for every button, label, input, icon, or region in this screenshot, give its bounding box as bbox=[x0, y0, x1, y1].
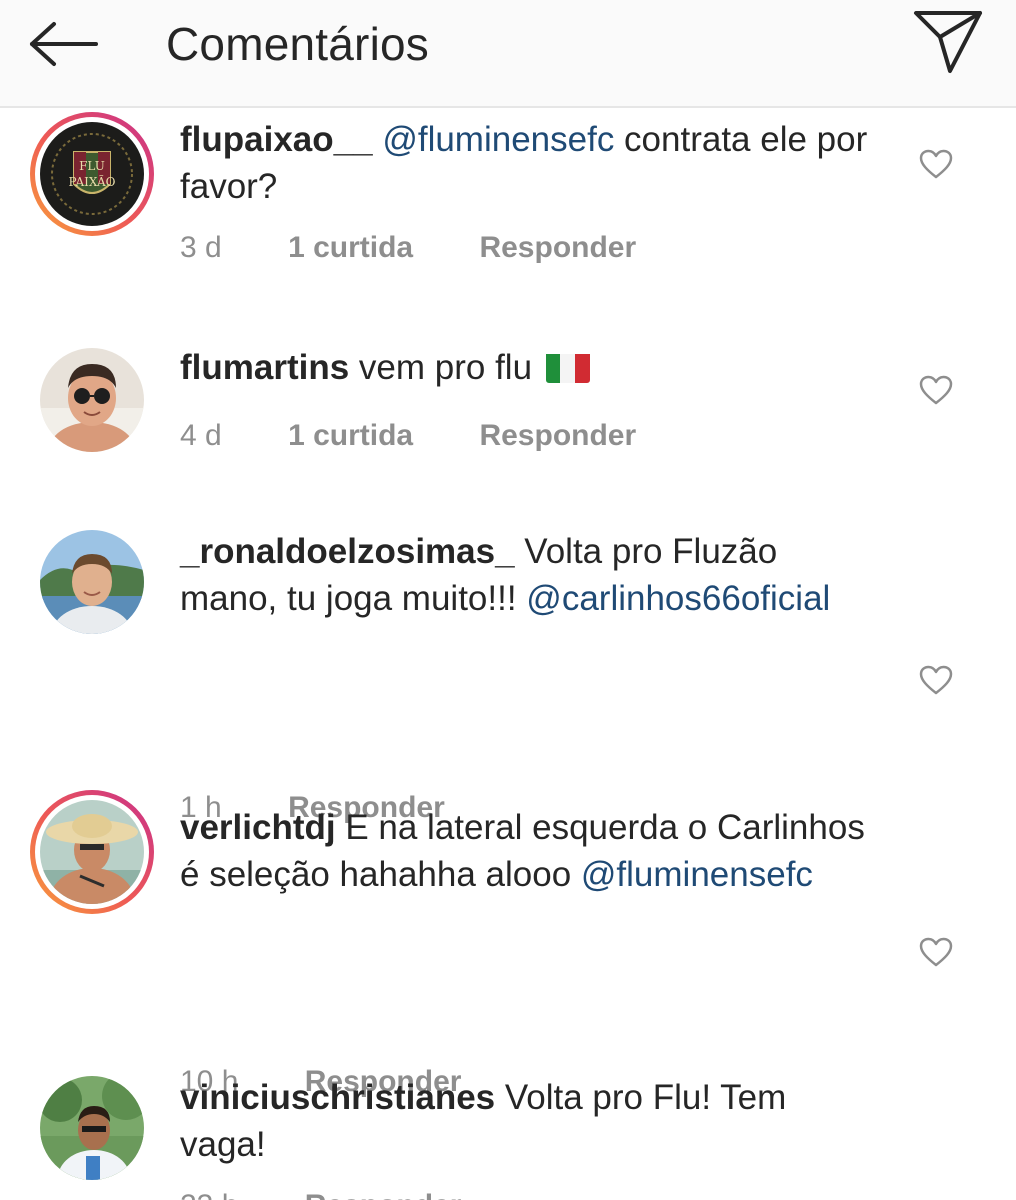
send-direct-icon bbox=[912, 9, 984, 80]
heart-icon bbox=[919, 375, 953, 410]
comment-time: 3 d bbox=[180, 231, 222, 264]
avatar[interactable] bbox=[40, 1076, 144, 1180]
like-button[interactable] bbox=[914, 660, 958, 704]
avatar: FLU PAIXÃO bbox=[40, 122, 144, 226]
comment-body: _ronaldoelzosimas_ Volta pro Fluzão mano… bbox=[180, 528, 870, 622]
back-button[interactable] bbox=[24, 14, 104, 78]
comment-meta: 4 d 1 curtida Responder bbox=[180, 416, 636, 456]
comments-list: FLU PAIXÃO flupaixao__ @fluminensefc con… bbox=[0, 108, 1016, 1200]
comment-body: verlichtdj E na lateral esquerda o Carli… bbox=[180, 804, 870, 898]
comment-meta: 3 d 1 curtida Responder bbox=[180, 228, 636, 268]
mention-link[interactable]: @carlinhos66oficial bbox=[526, 579, 830, 618]
like-count[interactable]: 1 curtida bbox=[288, 228, 413, 268]
header-bar: Comentários bbox=[0, 0, 1016, 108]
comment-body: flupaixao__ @fluminensefc contrata ele p… bbox=[180, 116, 870, 210]
heart-icon bbox=[919, 665, 953, 700]
like-button[interactable] bbox=[914, 144, 958, 188]
like-button[interactable] bbox=[914, 932, 958, 976]
italy-flag-icon bbox=[545, 351, 590, 383]
reply-button[interactable]: Responder bbox=[305, 1186, 462, 1200]
comment-time: 23 h bbox=[180, 1186, 238, 1200]
comment-username[interactable]: verlichtdj bbox=[180, 808, 336, 847]
like-button[interactable] bbox=[914, 370, 958, 414]
comment-body: viniciuschristianes Volta pro Flu! Tem v… bbox=[180, 1074, 870, 1168]
heart-icon bbox=[919, 149, 953, 184]
avatar[interactable] bbox=[40, 348, 144, 452]
comment-username[interactable]: flupaixao__ bbox=[180, 120, 373, 159]
heart-icon bbox=[919, 937, 953, 972]
comment-time: 4 d bbox=[180, 419, 222, 452]
arrow-left-icon bbox=[28, 20, 100, 73]
comment-username[interactable]: viniciuschristianes bbox=[180, 1078, 495, 1117]
reply-button[interactable]: Responder bbox=[479, 228, 636, 268]
like-count[interactable]: 1 curtida bbox=[288, 416, 413, 456]
comment-username[interactable]: _ronaldoelzosimas_ bbox=[180, 532, 515, 571]
avatar-logo-line1: FLU bbox=[79, 159, 105, 173]
comment-username[interactable]: flumartins bbox=[180, 348, 349, 387]
avatar-logo-line2: PAIXÃO bbox=[69, 174, 116, 189]
avatar-story-ring[interactable]: FLU PAIXÃO bbox=[30, 112, 154, 236]
mention-link[interactable]: @fluminensefc bbox=[382, 120, 614, 159]
share-button[interactable] bbox=[908, 8, 988, 80]
avatar[interactable] bbox=[40, 530, 144, 634]
mention-link[interactable]: @fluminensefc bbox=[581, 855, 813, 894]
page-title: Comentários bbox=[166, 18, 429, 70]
reply-button[interactable]: Responder bbox=[479, 416, 636, 456]
comment-body: flumartins vem pro flu bbox=[180, 344, 870, 391]
avatar-story-ring[interactable] bbox=[30, 790, 154, 914]
avatar bbox=[40, 800, 144, 904]
comment-text: vem pro flu bbox=[349, 348, 533, 387]
comment-meta: 23 h Responder bbox=[180, 1186, 461, 1200]
